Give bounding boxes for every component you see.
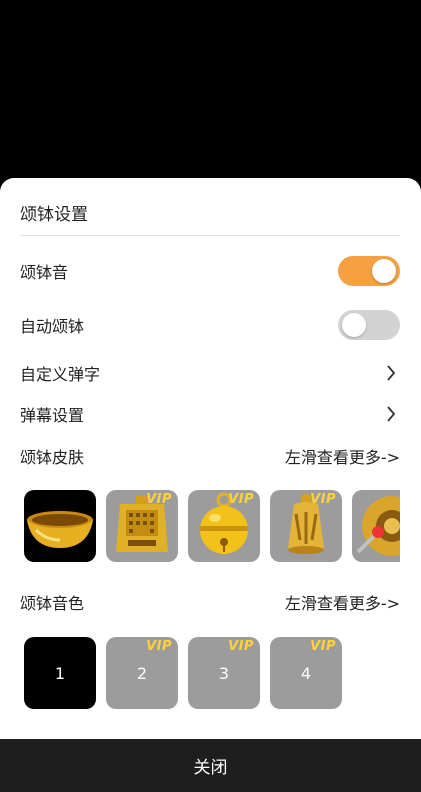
auto-toggle[interactable] xyxy=(338,310,400,340)
vip-badge: VIP xyxy=(146,492,172,507)
sound-toggle[interactable] xyxy=(338,256,400,286)
close-button[interactable]: 关闭 xyxy=(0,739,421,792)
toggle-knob xyxy=(372,259,396,283)
custom-barrage-row[interactable]: 自定义弹字 xyxy=(20,357,400,389)
settings-sheet: 颂钵设置 颂钵音 自动颂钵 自定义弹字 弹幕设置 颂钵皮肤 左滑查看更多-> V… xyxy=(0,178,421,792)
skins-label: 颂钵皮肤 xyxy=(20,448,85,467)
tones-header: 颂钵音色 左滑查看更多-> xyxy=(20,586,400,618)
chevron-right-icon xyxy=(386,365,400,381)
divider xyxy=(20,235,400,236)
sound-row: 颂钵音 xyxy=(20,255,400,287)
tone-item[interactable]: VIP 3 xyxy=(188,637,260,709)
skins-carousel[interactable]: VIP VIP VIP xyxy=(24,490,400,562)
skin-bronze-bell[interactable]: VIP xyxy=(106,490,178,562)
auto-row: 自动颂钵 xyxy=(20,309,400,341)
tone-number: 2 xyxy=(136,663,148,683)
tone-item[interactable]: 1 xyxy=(24,637,96,709)
vip-badge: VIP xyxy=(228,492,254,507)
barrage-settings-label: 弹幕设置 xyxy=(20,406,85,425)
skin-gong[interactable] xyxy=(352,490,400,562)
vip-badge: VIP xyxy=(310,492,336,507)
skin-golden-bowl[interactable] xyxy=(24,490,96,562)
gong-icon xyxy=(356,496,400,556)
golden-bowl-icon xyxy=(27,511,93,548)
barrage-settings-row[interactable]: 弹幕设置 xyxy=(20,398,400,430)
skins-more-link[interactable]: 左滑查看更多-> xyxy=(285,444,400,468)
tones-list[interactable]: 1 VIP 2 VIP 3 VIP 4 xyxy=(24,637,400,709)
toggle-knob xyxy=(342,313,366,337)
tone-number: 1 xyxy=(54,663,66,683)
custom-barrage-label: 自定义弹字 xyxy=(20,365,101,384)
tones-more-link[interactable]: 左滑查看更多-> xyxy=(285,590,400,614)
sound-label: 颂钵音 xyxy=(20,263,69,282)
auto-label: 自动颂钵 xyxy=(20,317,85,336)
tone-item[interactable]: VIP 2 xyxy=(106,637,178,709)
tones-label: 颂钵音色 xyxy=(20,594,85,613)
tone-item[interactable]: VIP 4 xyxy=(270,637,342,709)
tone-number: 3 xyxy=(218,663,230,683)
skins-header: 颂钵皮肤 左滑查看更多-> xyxy=(20,440,400,472)
tone-number: 4 xyxy=(300,663,312,683)
chevron-right-icon xyxy=(386,406,400,422)
skin-jingle-bell[interactable]: VIP xyxy=(188,490,260,562)
sheet-title: 颂钵设置 xyxy=(20,205,88,225)
skin-temple-bell[interactable]: VIP xyxy=(270,490,342,562)
